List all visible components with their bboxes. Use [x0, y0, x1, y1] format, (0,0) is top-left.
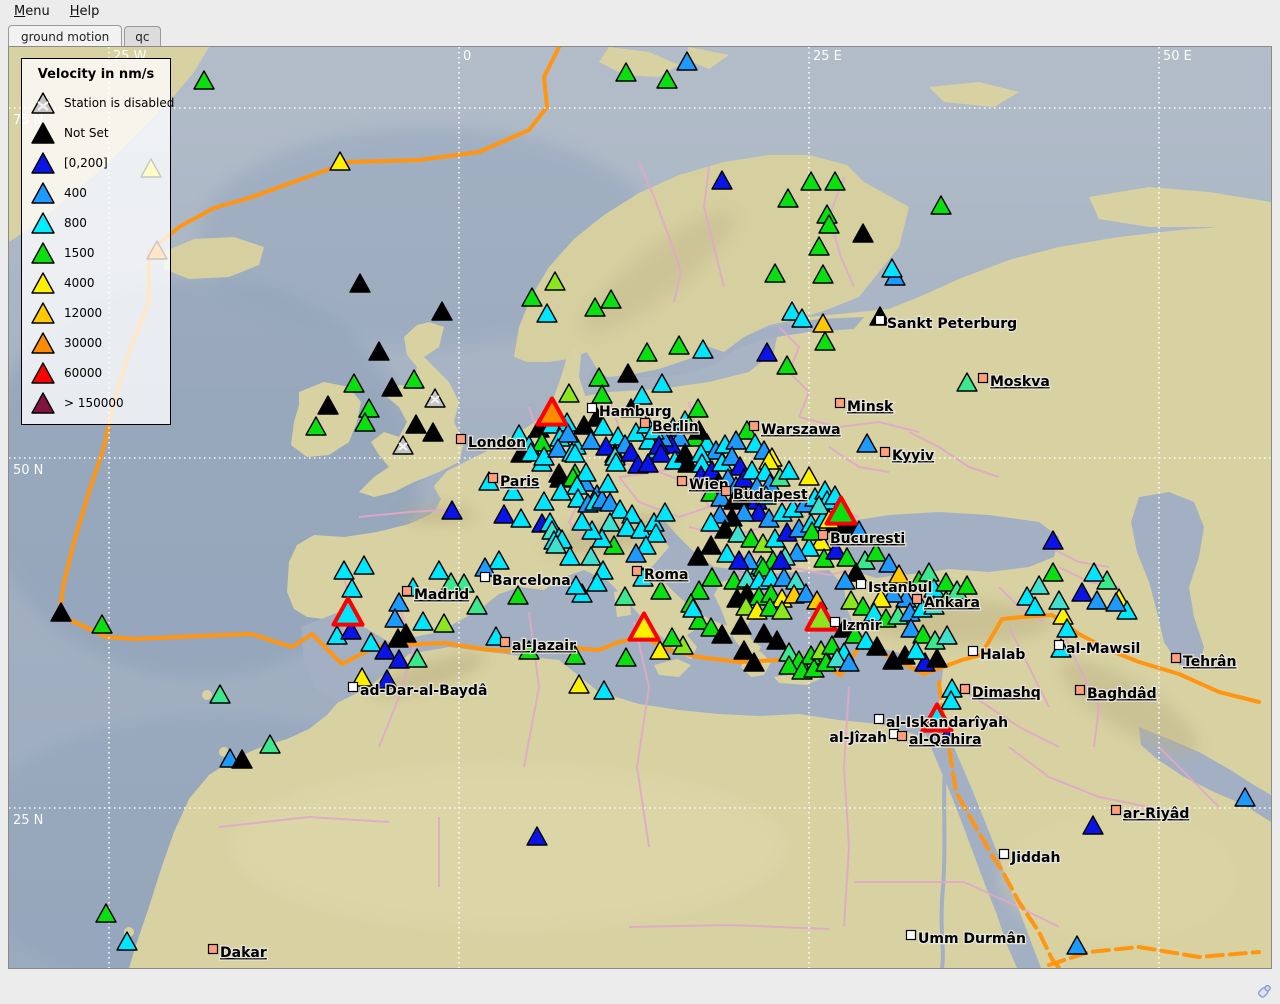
legend-item-label: 800 — [64, 216, 87, 230]
legend-item-label: 12000 — [64, 306, 102, 320]
tab-bar: ground motion qc — [8, 26, 161, 46]
city-marker: Budapest — [722, 487, 808, 504]
city-label: Barcelona — [492, 573, 571, 589]
city-label: Bucuresti — [830, 531, 905, 547]
city-label: ad-Dar-al-Baydâ — [360, 683, 487, 699]
legend-item-label: > 150000 — [64, 396, 124, 410]
legend-item-label: Station is disabled — [64, 96, 174, 110]
legend-item: 1500 — [22, 238, 170, 268]
city-label: Roma — [644, 567, 688, 583]
legend-triangle-icon — [30, 121, 56, 145]
map-view[interactable]: London Paris Madrid Barcelona Roma HamburgBer… — [8, 46, 1272, 969]
city-label: al-Iskandarîyah — [886, 715, 1008, 731]
city-marker: Barcelona — [481, 573, 571, 590]
menu-button[interactable]: Menu — [6, 3, 58, 20]
legend-item-label: 60000 — [64, 366, 102, 380]
legend-title: Velocity in nm/s — [22, 67, 170, 82]
legend-item: 12000 — [22, 298, 170, 328]
city-label: Hamburg — [599, 404, 672, 420]
grid-label: 50 N — [13, 463, 43, 478]
legend-triangle-icon — [30, 391, 56, 415]
city-marker: Moskva — [979, 374, 1050, 391]
legend-triangle-icon — [30, 361, 56, 385]
legend-item: [0,200] — [22, 148, 170, 178]
city-label: London — [468, 435, 526, 451]
city-label: al-Qahira — [909, 732, 982, 748]
legend-item-label: 4000 — [64, 276, 95, 290]
legend-triangle-icon — [30, 151, 56, 175]
city-marker: Sankt Peterburg — [876, 316, 1018, 333]
legend-item: 400 — [22, 178, 170, 208]
status-bar — [0, 969, 1280, 1004]
city-label: Kyyiv — [892, 448, 934, 464]
city-label: ar-Riyâd — [1123, 806, 1189, 822]
legend-item: Not Set — [22, 118, 170, 148]
grid-label: 0 — [463, 49, 471, 64]
legend-triangle-icon — [30, 331, 56, 355]
legend-item: 4000 — [22, 268, 170, 298]
city-marker: Umm Durmân — [907, 931, 1026, 948]
legend-item: > 150000 — [22, 388, 170, 418]
legend-triangle-icon — [30, 241, 56, 265]
legend-item: Station is disabled — [22, 88, 170, 118]
city-label: Berlin — [652, 419, 699, 435]
city-label: al-Jîzah — [829, 730, 887, 746]
grid-label: 25 E — [813, 49, 842, 64]
legend-item-label: [0,200] — [64, 156, 108, 170]
city-marker: ad-Dar-al-Baydâ — [349, 683, 488, 700]
tab-ground-motion[interactable]: ground motion — [8, 25, 122, 47]
city-marker: Warszawa — [750, 422, 841, 439]
legend-item-label: 30000 — [64, 336, 102, 350]
legend-item: 60000 — [22, 358, 170, 388]
city-marker: Istanbul — [857, 580, 933, 597]
legend-item: 800 — [22, 208, 170, 238]
legend-item-label: 400 — [64, 186, 87, 200]
city-label: Izmir — [842, 618, 882, 634]
city-marker: al-Iskandarîyah — [875, 715, 1009, 732]
legend-triangle-icon — [30, 211, 56, 235]
city-label: Madrid — [414, 587, 469, 603]
city-label: Tehrân — [1183, 654, 1236, 670]
legend-item-label: Not Set — [64, 126, 109, 140]
velocity-legend: Velocity in nm/s Station is disabled Not … — [21, 58, 171, 425]
city-label: Baghdâd — [1087, 686, 1157, 702]
city-label: al-Mawsil — [1066, 641, 1140, 657]
city-label: Ankara — [924, 595, 980, 611]
grid-label: 50 E — [1163, 49, 1192, 64]
city-label: Halab — [980, 647, 1025, 663]
city-label: Sankt Peterburg — [887, 316, 1017, 332]
city-label: Dakar — [220, 945, 267, 961]
city-marker: Dimashq — [961, 685, 1041, 702]
help-menu-button[interactable]: Help — [62, 3, 108, 20]
city-marker: al-Qahira — [898, 732, 982, 749]
city-label: Istanbul — [868, 580, 932, 596]
city-marker: Hamburg — [588, 404, 672, 421]
legend-triangle-icon — [30, 301, 56, 325]
city-label: Warszawa — [761, 422, 841, 438]
city-label: Minsk — [847, 399, 894, 415]
city-label: Moskva — [990, 374, 1050, 390]
city-marker: Bucuresti — [819, 531, 906, 548]
city-marker: al-Jazair — [501, 638, 577, 655]
legend-triangle-icon — [30, 181, 56, 205]
city-label: Jiddah — [1010, 850, 1060, 866]
city-marker: ar-Riyâd — [1112, 806, 1190, 823]
menu-bar: Menu Help — [0, 0, 1280, 22]
legend-triangle-icon — [30, 271, 56, 295]
city-marker: Baghdâd — [1076, 686, 1157, 703]
city-label: Dimashq — [972, 685, 1041, 701]
city-marker: al-Mawsil — [1055, 641, 1141, 658]
tab-qc[interactable]: qc — [124, 26, 160, 46]
city-label: Budapest — [733, 487, 808, 503]
grid-label: 25 N — [13, 813, 43, 828]
legend-item-label: 1500 — [64, 246, 95, 260]
city-label: Paris — [500, 474, 539, 490]
legend-item: 30000 — [22, 328, 170, 358]
legend-triangle-icon — [30, 91, 56, 115]
city-label: al-Jazair — [512, 638, 576, 654]
status-grip-icon — [1254, 981, 1274, 1001]
city-label: Umm Durmân — [918, 931, 1026, 947]
world-map[interactable]: London Paris Madrid Barcelona Roma HamburgBer… — [9, 47, 1271, 968]
